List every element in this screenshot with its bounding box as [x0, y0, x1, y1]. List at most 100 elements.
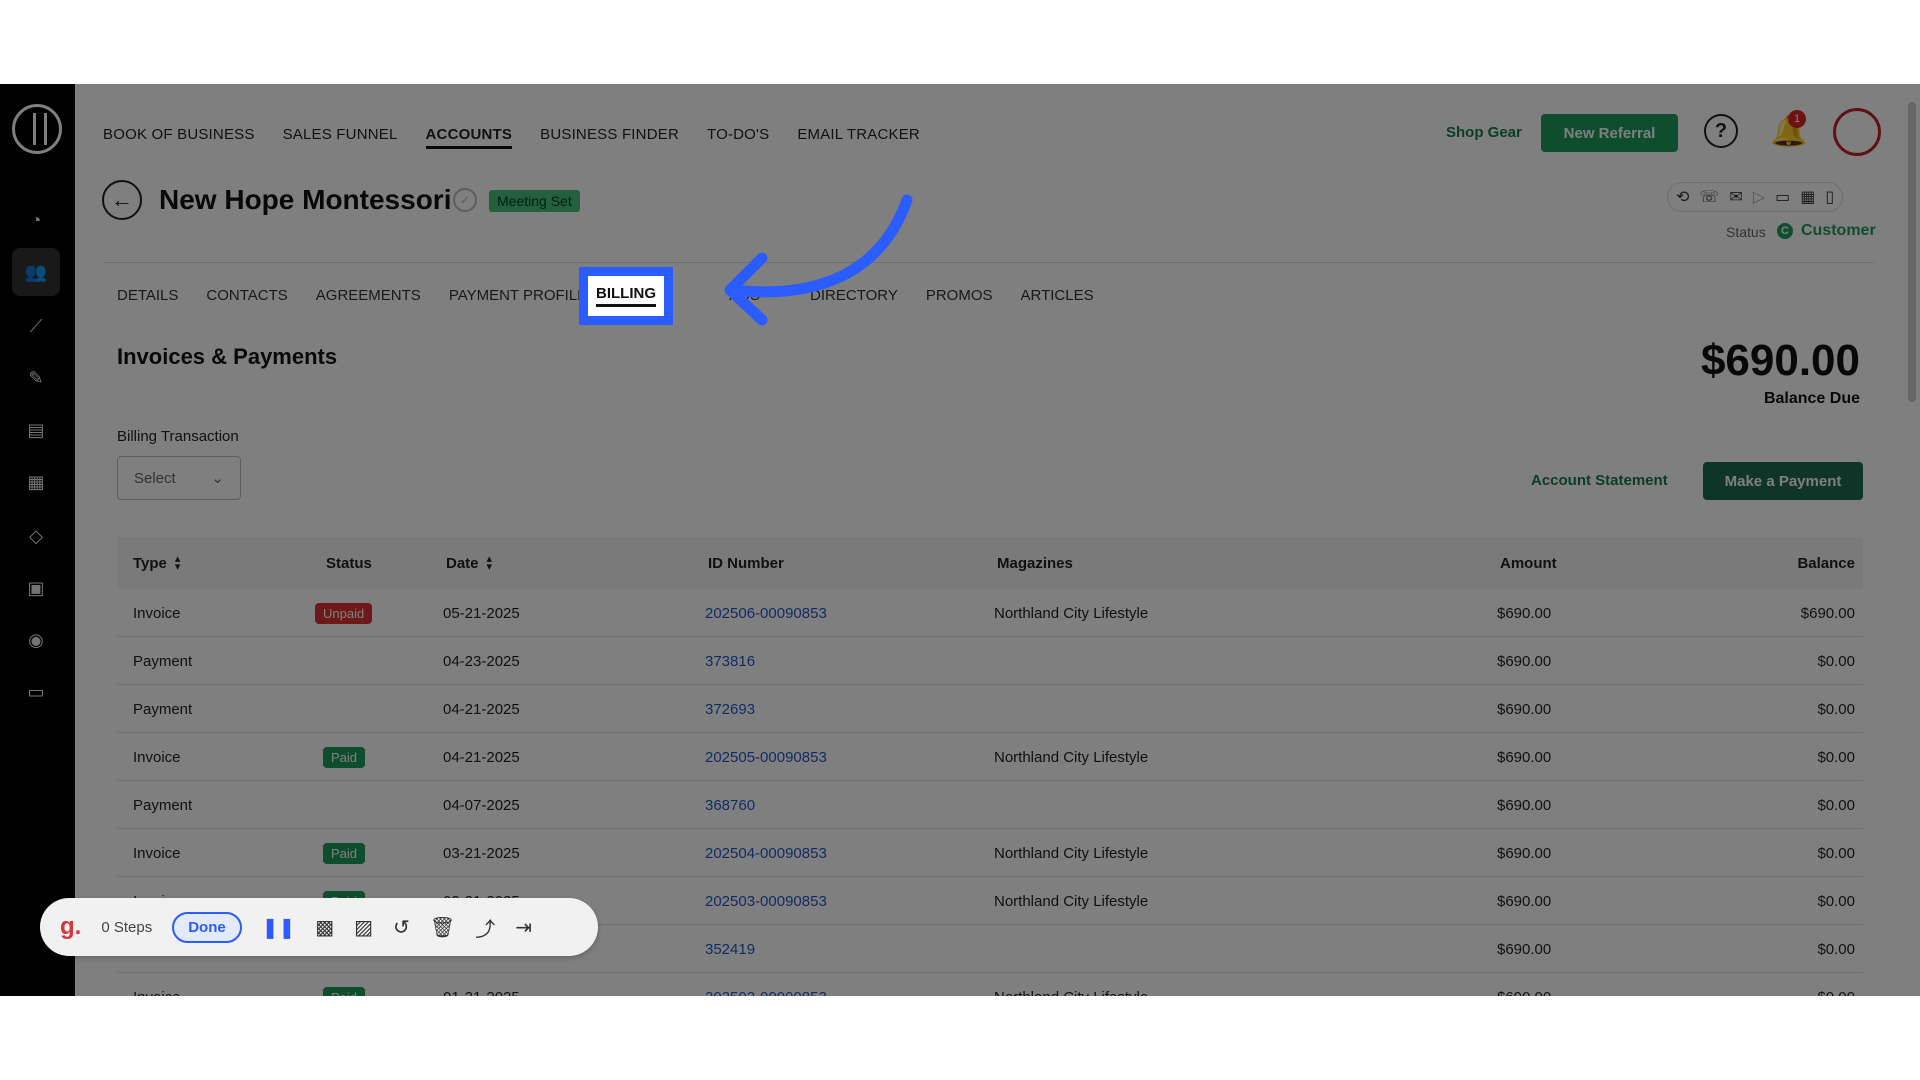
- id-link[interactable]: 202502-00090853: [705, 973, 827, 997]
- nav-sales-funnel[interactable]: SALES FUNNEL: [283, 126, 398, 149]
- trash-icon[interactable]: 🗑: [430, 915, 455, 940]
- nav-business-finder[interactable]: BUSINESS FINDER: [540, 126, 679, 149]
- store-icon[interactable]: ▭: [1775, 187, 1790, 207]
- id-link-text[interactable]: 202503-00090853: [705, 893, 827, 910]
- status-badge: Paid: [323, 829, 366, 877]
- send-icon[interactable]: ▷: [1753, 187, 1765, 207]
- tab-agreements[interactable]: AGREEMENTS: [316, 287, 421, 304]
- news-icon[interactable]: ▤: [12, 406, 60, 454]
- avatar[interactable]: [1833, 108, 1881, 156]
- table-header: Type ▴ ▾ Status Date ▴ ▾ ID Number Magazines…: [117, 537, 1863, 589]
- id-link-text[interactable]: 202504-00090853: [705, 845, 827, 862]
- pause-icon[interactable]: ❚❚: [262, 915, 296, 940]
- table-row[interactable]: Invoice Paid 01-21-2025 202502-00090853 Nort…: [117, 973, 1863, 996]
- id-link-text[interactable]: 373816: [705, 653, 755, 670]
- tab-details[interactable]: DETAILS: [117, 287, 178, 304]
- id-link[interactable]: 372693: [705, 685, 755, 733]
- cell-amount: $690.00: [1497, 829, 1551, 877]
- tab-contacts[interactable]: CONTACTS: [206, 287, 287, 304]
- bell-icon[interactable]: 🔔 1: [1770, 110, 1807, 149]
- cell-type: Invoice: [133, 589, 181, 637]
- make-payment-button[interactable]: Make a Payment: [1703, 462, 1863, 500]
- shop-gear-link[interactable]: Shop Gear: [1446, 124, 1522, 141]
- scroll-thumb[interactable]: [1908, 102, 1916, 402]
- nav-email-tracker[interactable]: EMAIL TRACKER: [797, 126, 920, 149]
- id-link-text[interactable]: 202506-00090853: [705, 605, 827, 622]
- id-link[interactable]: 373816: [705, 637, 755, 685]
- status-badge: Paid: [323, 733, 366, 781]
- id-link-text[interactable]: 202505-00090853: [705, 749, 827, 766]
- store-icon[interactable]: ▭: [12, 668, 60, 716]
- table-row[interactable]: Invoice Paid 04-21-2025 202505-00090853 Nort…: [117, 733, 1863, 781]
- phone-icon[interactable]: ☏: [1699, 187, 1719, 207]
- history-icon[interactable]: ⟲: [1676, 187, 1689, 207]
- back-arrow-icon[interactable]: ←: [102, 180, 142, 220]
- scrollbar[interactable]: [1904, 84, 1920, 996]
- cell-magazine-text: Northland City Lifestyle: [994, 748, 1149, 766]
- done-button[interactable]: Done: [172, 911, 242, 943]
- sort-icon[interactable]: ▴ ▾: [175, 554, 181, 573]
- new-referral-button[interactable]: New Referral: [1541, 114, 1678, 152]
- customer-initial-icon: C: [1777, 223, 1793, 239]
- account-statement-link[interactable]: Account Statement: [1531, 472, 1668, 489]
- table-row[interactable]: Payment 04-21-2025 372693 $690.00 $0.00: [117, 685, 1863, 733]
- status-badge-text: Paid: [323, 986, 366, 996]
- tab-payment-profiles[interactable]: PAYMENT PROFILES: [449, 287, 597, 304]
- table-row[interactable]: Invoice Unpaid 05-21-2025 202506-00090853 No…: [117, 589, 1863, 637]
- tab-billing[interactable]: BILLING: [588, 276, 664, 316]
- header-type[interactable]: Type ▴ ▾: [133, 537, 180, 589]
- calendar-icon[interactable]: ▦: [1800, 187, 1815, 207]
- tab-articles[interactable]: ARTICLES: [1021, 287, 1094, 304]
- nav-todos[interactable]: TO-DO'S: [707, 126, 769, 149]
- id-link-text[interactable]: 372693: [705, 701, 755, 718]
- cell-magazine-text: Northland City Lifestyle: [994, 844, 1149, 862]
- billing-transaction-select[interactable]: Select ⌄: [117, 456, 241, 500]
- grid-icon[interactable]: ▦: [12, 458, 60, 506]
- tab-promos[interactable]: PROMOS: [926, 287, 993, 304]
- cell-amount-text: $690.00: [1497, 892, 1552, 910]
- id-link-text[interactable]: 202502-00090853: [705, 989, 827, 997]
- table-row[interactable]: Payment 04-23-2025 373816 $690.00 $0.00: [117, 637, 1863, 685]
- id-link[interactable]: 202503-00090853: [705, 877, 827, 925]
- image-icon[interactable]: ▨: [354, 915, 373, 940]
- user-circle-icon[interactable]: ◉: [12, 616, 60, 664]
- id-link-text[interactable]: 352419: [705, 941, 755, 958]
- status-badge: Unpaid: [315, 589, 373, 637]
- help-icon[interactable]: ?: [1704, 114, 1738, 148]
- cell-balance: $0.00: [1817, 637, 1855, 685]
- sort-icon[interactable]: ▴ ▾: [487, 554, 493, 573]
- section-title: Invoices & Payments: [117, 344, 338, 369]
- mail-icon[interactable]: ✉: [1729, 187, 1742, 207]
- blur-icon[interactable]: ▩: [315, 915, 334, 940]
- id-link[interactable]: 202504-00090853: [705, 829, 827, 877]
- id-link[interactable]: 202506-00090853: [705, 589, 827, 637]
- cell-balance-text: $0.00: [1817, 748, 1855, 766]
- graduation-cap-icon[interactable]: ◇: [12, 512, 60, 560]
- contact-book-icon[interactable]: ▣: [12, 564, 60, 612]
- cell-type-text: Invoice: [133, 604, 181, 622]
- pencil-icon[interactable]: ✎: [12, 354, 60, 402]
- id-link-text[interactable]: 368760: [705, 797, 755, 814]
- id-link[interactable]: 202505-00090853: [705, 733, 827, 781]
- header-date[interactable]: Date ▴ ▾: [446, 537, 492, 589]
- id-link[interactable]: 368760: [705, 781, 755, 829]
- dashboard-icon[interactable]: ◔: [12, 196, 60, 244]
- chart-icon[interactable]: ⟋: [12, 302, 60, 350]
- cell-amount-text: $690.00: [1497, 796, 1552, 814]
- id-link[interactable]: 352419: [705, 925, 755, 973]
- status-badge: Paid: [323, 973, 366, 996]
- top-navigation: BOOK OF BUSINESS SALES FUNNEL ACCOUNTS B…: [103, 126, 920, 149]
- table-row[interactable]: Payment 04-07-2025 368760 $690.00 $0.00: [117, 781, 1863, 829]
- header-status: Status: [326, 554, 372, 572]
- undo-icon[interactable]: ↺: [393, 915, 410, 940]
- app-logo-icon[interactable]: [12, 104, 62, 154]
- cell-type-text: Invoice: [133, 989, 181, 997]
- accounts-icon[interactable]: 👥: [12, 248, 60, 296]
- table-row[interactable]: Invoice Paid 03-21-2025 202504-00090853 Nort…: [117, 829, 1863, 877]
- skip-icon[interactable]: ⇥: [515, 915, 532, 940]
- cell-type-text: Payment: [133, 700, 193, 718]
- nav-accounts[interactable]: ACCOUNTS: [425, 126, 513, 149]
- nav-book-of-business[interactable]: BOOK OF BUSINESS: [103, 126, 255, 149]
- upload-icon[interactable]: ⤴: [475, 913, 495, 942]
- document-icon[interactable]: ▯: [1825, 187, 1834, 207]
